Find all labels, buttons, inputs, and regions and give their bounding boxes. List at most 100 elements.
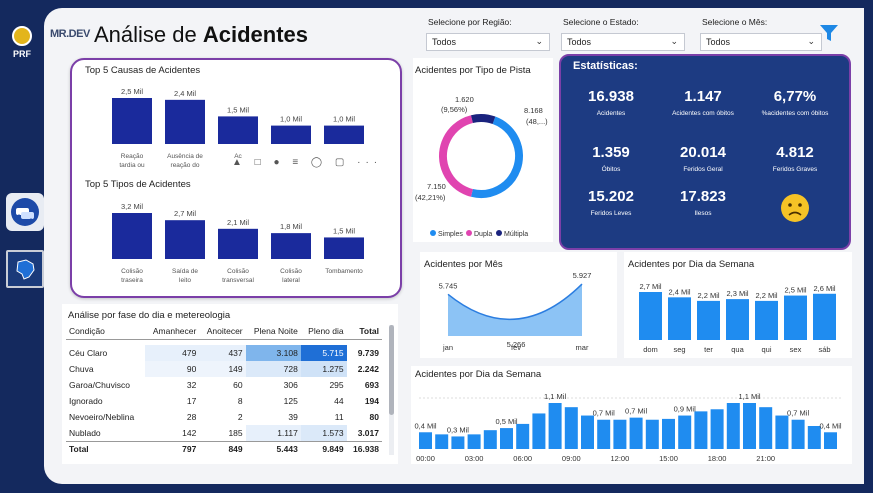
bar — [165, 220, 205, 259]
x-tick-label: dom — [643, 345, 658, 354]
bar — [755, 300, 778, 340]
bar — [697, 300, 720, 340]
bar-value-label: 1,1 Mil — [544, 392, 566, 401]
bar — [759, 407, 773, 449]
bar — [564, 407, 578, 449]
bar — [324, 237, 364, 259]
filter-icon[interactable] — [818, 22, 840, 44]
legend-simples: Simples — [438, 231, 463, 238]
point-value-label: 5.927 — [573, 271, 592, 280]
bar — [668, 297, 691, 340]
x-tick-label: 18:00 — [708, 454, 727, 463]
col-header[interactable]: Condição — [66, 323, 145, 339]
cell: Chuva — [69, 364, 94, 374]
road-type-donut: 1.620 (9,56%) 8.168 (48,...) 7.150 (42,2… — [415, 95, 548, 238]
hourly-chart: 0,4 Mil 0,3 Mil 0,5 Mil 1,1 Mil 0,7 Mil 0,7 M… — [414, 392, 841, 463]
chevron-down-icon: ⌄ — [670, 36, 678, 46]
col-header[interactable]: Plena Noite — [246, 323, 301, 339]
donut-top-value: 1.620 — [455, 95, 474, 104]
bar — [112, 213, 152, 259]
cell: 39 — [288, 412, 298, 422]
road-type-title: Acidentes por Tipo de Pista — [415, 65, 531, 76]
x-tick-label: qua — [731, 345, 744, 354]
stat-value-feridos-leves: 15.202 — [588, 188, 634, 205]
table-total-row: Total 797 849 5.443 9.849 16.938 — [66, 441, 382, 457]
nav-map-button[interactable] — [6, 250, 44, 288]
bar — [813, 293, 836, 340]
logo-text: PRF — [13, 49, 31, 59]
cell: 194 — [364, 396, 379, 406]
bar-value-label: 1,5 Mil — [227, 105, 249, 114]
cell: 17 — [186, 396, 197, 406]
bar-value-label: 2,7 Mil — [639, 282, 661, 291]
bar-value-label: 2,3 Mil — [726, 289, 748, 298]
stat-value-ilesos: 17.823 — [680, 188, 726, 205]
col-header[interactable]: Pleno dia — [301, 323, 347, 339]
bar-value-label: 0,4 Mil — [414, 421, 436, 430]
x-tick-label: fev — [511, 343, 521, 352]
bar-value-label: 1,5 Mil — [333, 226, 355, 235]
scrollbar-thumb[interactable] — [389, 325, 394, 415]
bar — [483, 430, 497, 449]
bar-value-label: 2,4 Mil — [668, 287, 690, 296]
bar-value-label: 1,0 Mil — [333, 115, 355, 124]
bar-value-label: 2,5 Mil — [121, 87, 143, 96]
cell: Garoa/Chuvisco — [69, 380, 130, 390]
donut-right-pct: (48,...) — [526, 117, 548, 126]
weekday-title: Acidentes por Dia da Semana — [628, 259, 755, 270]
bar — [662, 418, 675, 449]
col-header[interactable]: Total — [347, 323, 382, 339]
cell: Nevoeiro/Neblina — [69, 412, 135, 422]
filter-region-dropdown[interactable]: Todos ⌄ — [426, 33, 550, 51]
bar-category-label: lateral — [282, 277, 300, 284]
table-scrollbar[interactable] — [389, 325, 394, 455]
bar — [694, 411, 708, 449]
stat-value-acidentes: 16.938 — [588, 88, 634, 105]
bar-value-label: 1,0 Mil — [280, 115, 302, 124]
stat-label-feridos-graves: Feridos Graves — [772, 166, 818, 173]
cell: 28 — [186, 412, 197, 422]
stat-label-ilesos: Ilesos — [694, 210, 712, 217]
cell: 2 — [237, 412, 243, 422]
bar-value-label: 3,2 Mil — [121, 202, 143, 211]
table-title: Análise por fase do dia e metereologia — [68, 310, 231, 321]
cell: 90 — [144, 361, 200, 377]
cell: 295 — [329, 380, 344, 390]
bar — [743, 403, 756, 449]
cell: 728 — [245, 361, 301, 377]
bar — [597, 419, 611, 449]
cell: 44 — [334, 396, 344, 406]
stat-value-pct-obitos: 6,77% — [773, 88, 817, 105]
cell: 8 — [237, 396, 243, 406]
bar-value-label: 0,7 Mil — [787, 409, 809, 418]
cell: Nublado — [69, 427, 101, 438]
bar-category-label: Saída de — [172, 268, 198, 275]
table-row: Céu Claro 479 437 3.108 5.715 9.739 — [66, 345, 382, 361]
filter-month-label: Selecione o Mês: — [702, 17, 768, 27]
bar-value-label: 2,7 Mil — [174, 209, 196, 218]
filter-state-dropdown[interactable]: Todos ⌄ — [561, 33, 685, 51]
bar-value-label: 1,1 Mil — [738, 392, 760, 401]
filter-month-dropdown[interactable]: Todos ⌄ — [700, 33, 822, 51]
bar-value-label: 2,6 Mil — [813, 284, 835, 293]
nav-accidents-button[interactable] — [6, 193, 44, 231]
legend-dupla: Dupla — [474, 231, 492, 238]
cell: 142 — [182, 427, 197, 438]
table-row: Nevoeiro/Neblina 28 2 39 11 80 — [66, 409, 382, 425]
visual-toolbar[interactable]: ▲ □ ● ≡ ◯ ▢ ··· — [232, 157, 382, 168]
bar — [516, 423, 530, 449]
bar — [435, 434, 449, 449]
cell: 149 — [199, 361, 246, 377]
x-tick-label: ter — [704, 345, 713, 354]
bar — [218, 228, 258, 259]
bar-value-label: 2,1 Mil — [227, 218, 249, 227]
types-title: Top 5 Tipos de Acidentes — [85, 179, 191, 190]
col-header[interactable]: Amanhecer — [145, 323, 200, 339]
bar — [824, 432, 837, 449]
bar-category-label: Ausência de — [167, 153, 203, 160]
stats-card: Estatísticas: 16.938 Acidentes 1.147 Aci… — [559, 54, 851, 250]
bar-category-label: traseira — [121, 277, 143, 284]
page-title: Análise de Acidentes — [94, 22, 309, 47]
bar — [532, 413, 546, 449]
col-header[interactable]: Anoitecer — [199, 323, 245, 339]
